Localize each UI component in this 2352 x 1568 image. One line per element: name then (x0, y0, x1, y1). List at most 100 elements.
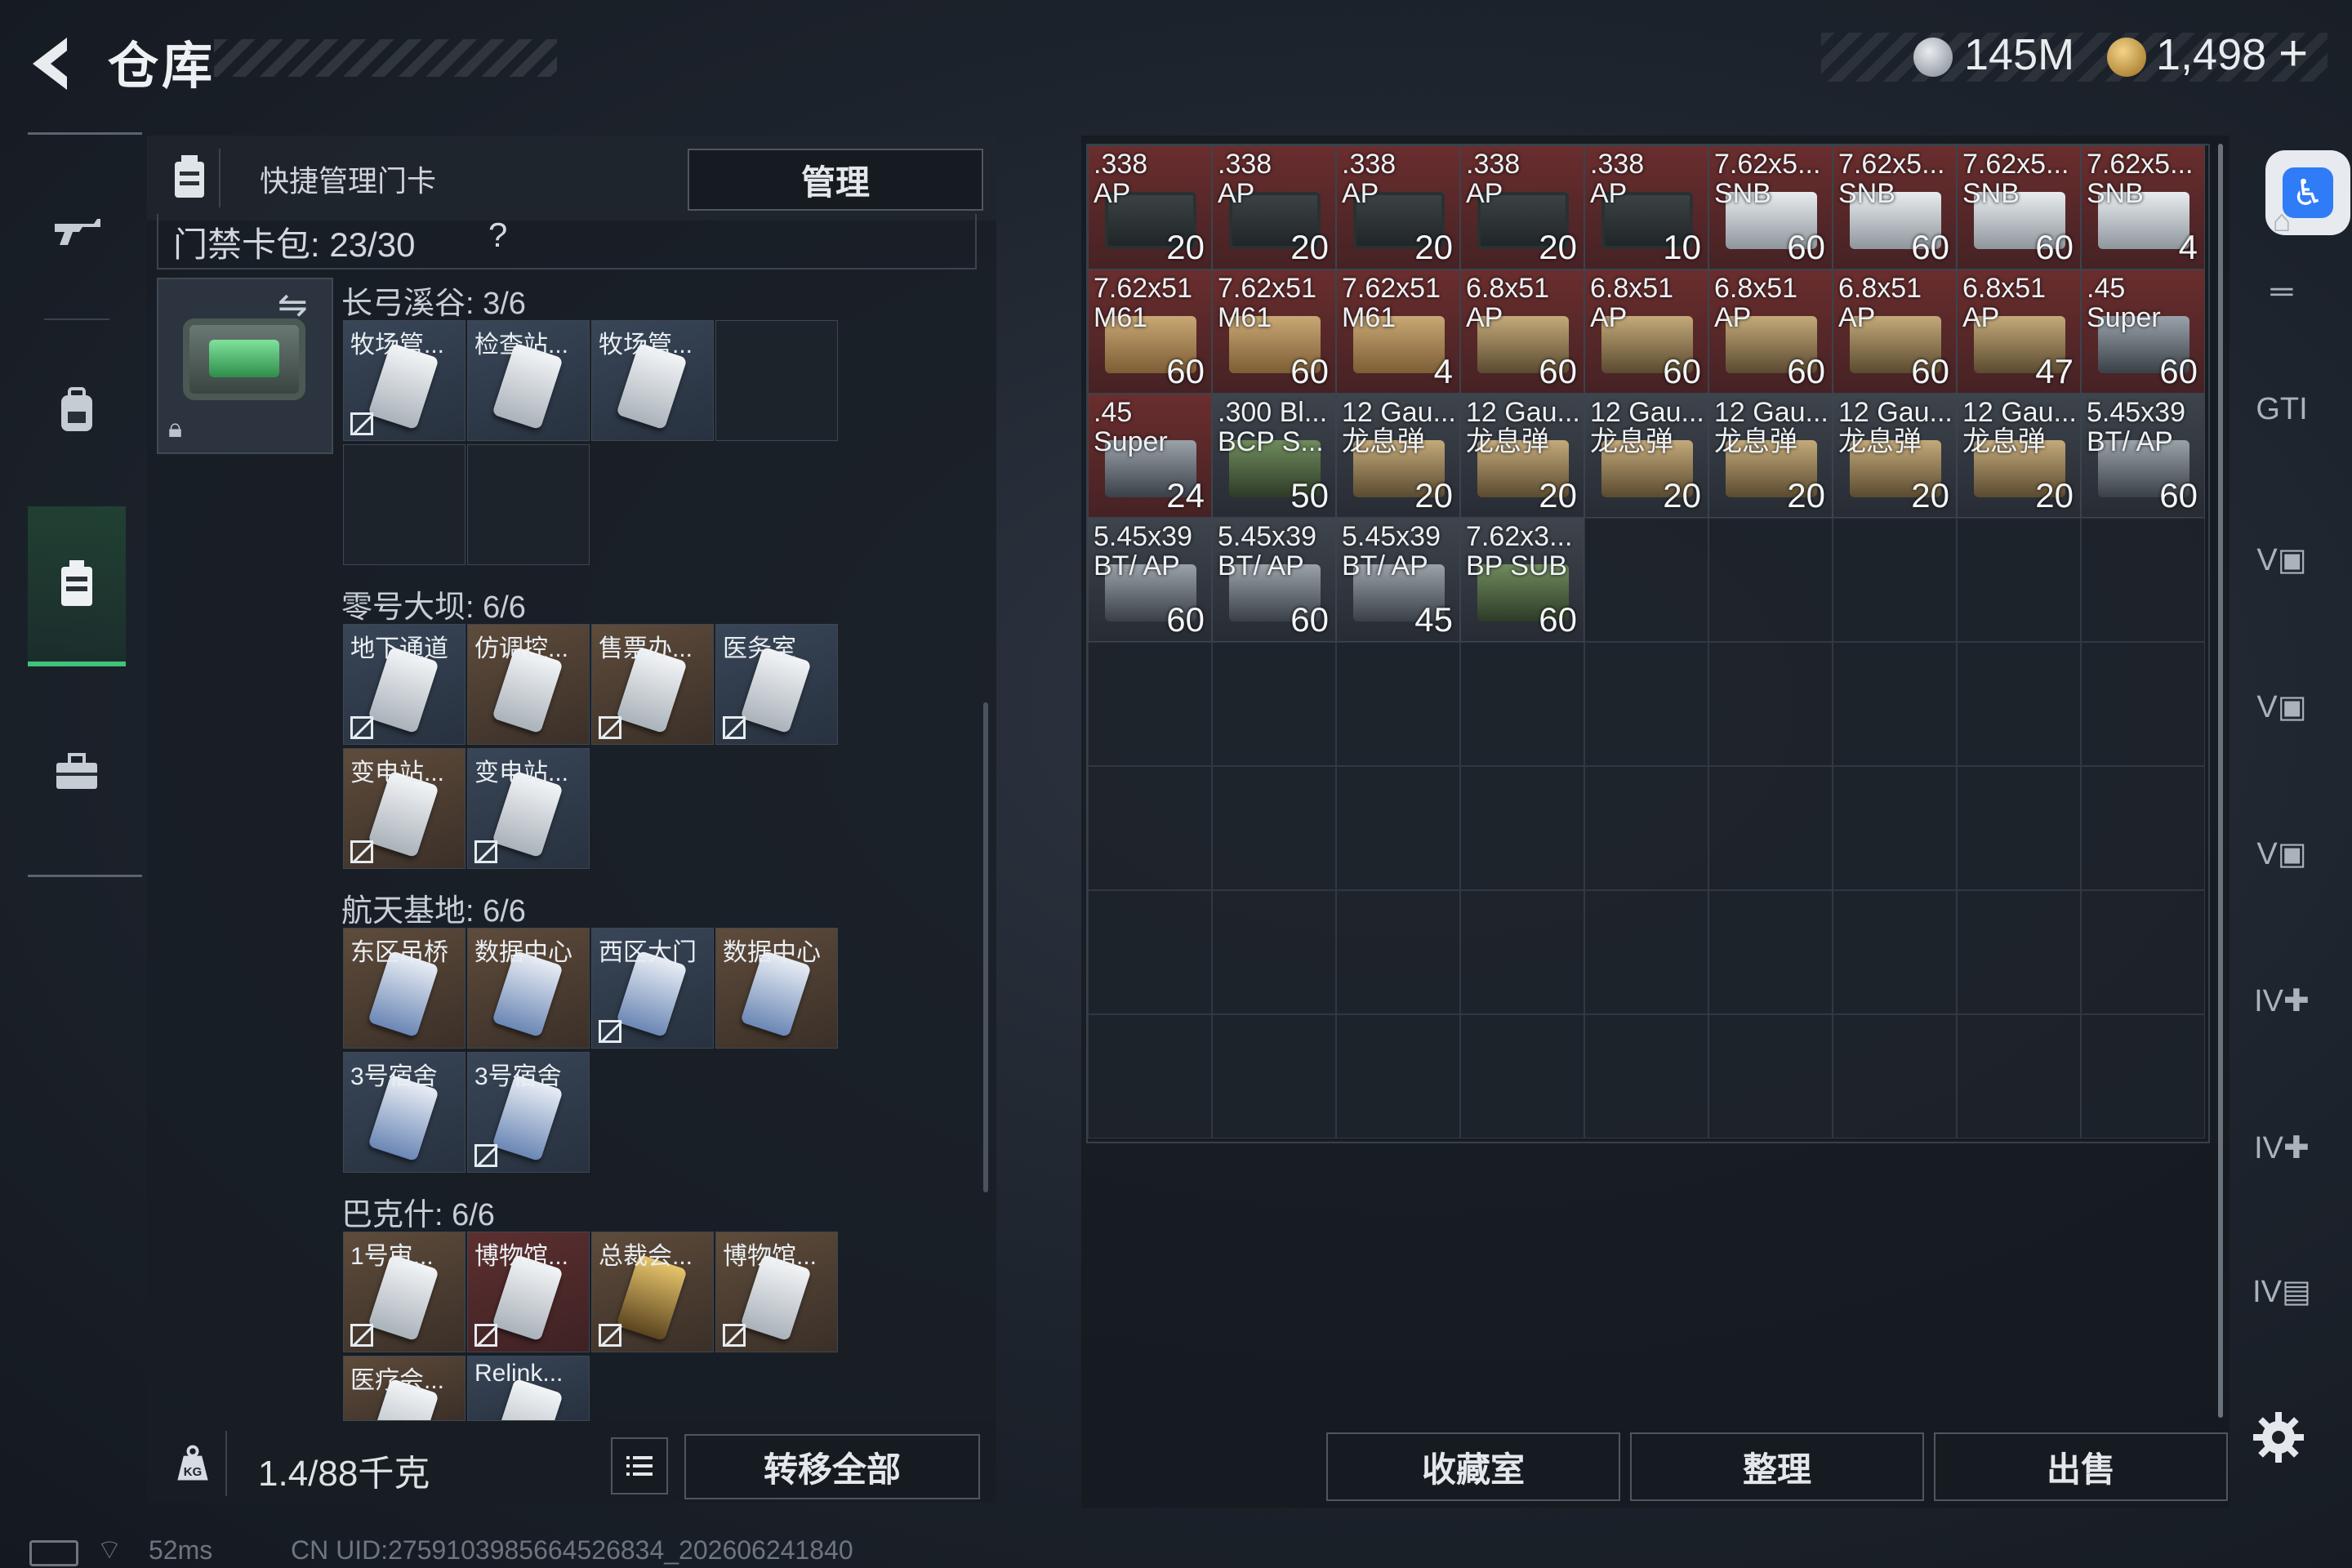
v-safe-icon[interactable]: V▣ (2241, 670, 2323, 743)
ammo-item[interactable]: 7.62x3... BP SUB 60 (1460, 518, 1584, 642)
warehouse-empty-cell[interactable] (1584, 642, 1708, 766)
ammo-item[interactable]: 5.45x39 BT/ AP 60 (2081, 394, 2205, 518)
iv-medkit-icon[interactable]: IV✚ (2241, 964, 2323, 1037)
warehouse-empty-cell[interactable] (2081, 642, 2205, 766)
keycard-slot[interactable]: 牧场管... (343, 320, 466, 441)
warehouse-empty-cell[interactable] (1088, 1014, 1212, 1138)
nav-weapons[interactable] (28, 155, 126, 310)
ammo-item[interactable]: .338 AP 20 (1088, 145, 1212, 270)
rifle-rack-icon[interactable]: ═ (2241, 255, 2323, 328)
warehouse-empty-cell[interactable] (2081, 890, 2205, 1014)
ammo-item[interactable]: 5.45x39 BT/ AP 60 (1212, 518, 1336, 642)
keycard-slot[interactable]: 检查站... (467, 320, 590, 441)
ammo-item[interactable]: 6.8x51 AP 60 (1708, 270, 1833, 394)
ammo-item[interactable]: 7.62x5... SNB 4 (2081, 145, 2205, 270)
keycard-slot[interactable]: 东区吊桥 (343, 928, 466, 1049)
ammo-item[interactable]: 12 Gau... 龙息弹 20 (1460, 394, 1584, 518)
keycard-slot[interactable]: 牧场管... (591, 320, 714, 441)
ammo-item[interactable]: .338 AP 20 (1212, 145, 1336, 270)
keycard-slot[interactable]: 地下通道 (343, 624, 466, 745)
keycard-slot[interactable] (715, 320, 838, 441)
keycard-slot[interactable]: 西区大门 (591, 928, 714, 1049)
keycard-slot[interactable]: 医疗会... (343, 1356, 466, 1421)
keycard-slot[interactable]: 仿调控... (467, 624, 590, 745)
keycard-slot[interactable]: 售票办... (591, 624, 714, 745)
help-button[interactable]: ? (488, 216, 507, 255)
warehouse-empty-cell[interactable] (1584, 766, 1708, 890)
keycard-slot[interactable]: 变电站... (467, 748, 590, 869)
nav-toolbox[interactable] (28, 694, 126, 849)
keycard-slot[interactable] (343, 444, 466, 565)
warehouse-empty-cell[interactable] (2081, 518, 2205, 642)
ammo-item[interactable]: 5.45x39 BT/ AP 45 (1336, 518, 1460, 642)
back-button[interactable] (24, 31, 90, 96)
ammo-item[interactable]: 12 Gau... 龙息弹 20 (1336, 394, 1460, 518)
ammo-item[interactable]: 12 Gau... 龙息弹 20 (1708, 394, 1833, 518)
warehouse-empty-cell[interactable] (2081, 1014, 2205, 1138)
iv-folder-icon[interactable]: IV▤ (2241, 1254, 2323, 1328)
warehouse-empty-cell[interactable] (1336, 642, 1460, 766)
keycard-slot[interactable] (467, 444, 590, 565)
nav-backpack[interactable] (28, 333, 126, 488)
keycard-slot[interactable]: 数据中心 (715, 928, 838, 1049)
keycard-slot[interactable]: 3号宿舍 (467, 1052, 590, 1173)
keycard-slot[interactable]: 医务室 (715, 624, 838, 745)
iv-medkit-icon[interactable]: IV✚ (2241, 1111, 2323, 1184)
ammo-item[interactable]: 7.62x5... SNB 60 (1957, 145, 2081, 270)
ammo-item[interactable]: 6.8x51 AP 60 (1833, 270, 1957, 394)
ammo-item[interactable]: 6.8x51 AP 60 (1584, 270, 1708, 394)
ammo-item[interactable]: .338 AP 20 (1336, 145, 1460, 270)
swap-icon[interactable]: ⇋ (278, 284, 308, 326)
warehouse-empty-cell[interactable] (1088, 890, 1212, 1014)
collection-room-button[interactable]: 收藏室 (1326, 1432, 1620, 1501)
warehouse-empty-cell[interactable] (1336, 1014, 1460, 1138)
warehouse-empty-cell[interactable] (1088, 642, 1212, 766)
ammo-item[interactable]: 12 Gau... 龙息弹 20 (1584, 394, 1708, 518)
ammo-item[interactable]: 12 Gau... 龙息弹 20 (1957, 394, 2081, 518)
warehouse-scrollbar[interactable] (2218, 144, 2223, 1418)
ammo-item[interactable]: 5.45x39 BT/ AP 60 (1088, 518, 1212, 642)
ammo-item[interactable]: 7.62x5... SNB 60 (1833, 145, 1957, 270)
manage-button[interactable]: 管理 (688, 149, 983, 211)
warehouse-empty-cell[interactable] (1833, 1014, 1957, 1138)
warehouse-empty-cell[interactable] (1460, 890, 1584, 1014)
warehouse-empty-cell[interactable] (1336, 890, 1460, 1014)
warehouse-empty-cell[interactable] (1708, 518, 1833, 642)
warehouse-empty-cell[interactable] (1957, 518, 2081, 642)
ammo-item[interactable]: .338 AP 10 (1584, 145, 1708, 270)
warehouse-empty-cell[interactable] (1957, 642, 2081, 766)
warehouse-empty-cell[interactable] (1212, 766, 1336, 890)
ammo-item[interactable]: .45 Super 60 (2081, 270, 2205, 394)
warehouse-empty-cell[interactable] (1584, 1014, 1708, 1138)
ammo-item[interactable]: .338 AP 20 (1460, 145, 1584, 270)
transfer-all-button[interactable]: 转移全部 (684, 1434, 980, 1499)
ammo-item[interactable]: 12 Gau... 龙息弹 20 (1833, 394, 1957, 518)
warehouse-empty-cell[interactable] (1212, 642, 1336, 766)
warehouse-empty-cell[interactable] (1708, 642, 1833, 766)
keycard-slot[interactable]: 总裁会... (591, 1232, 714, 1352)
warehouse-empty-cell[interactable] (1957, 1014, 2081, 1138)
keycard-slot[interactable]: 变电站... (343, 748, 466, 869)
ammo-item[interactable]: 7.62x51 M61 60 (1212, 270, 1336, 394)
ammo-item[interactable]: .300 Bl... BCP S... 50 (1212, 394, 1336, 518)
ammo-item[interactable]: .45 Super 24 (1088, 394, 1212, 518)
keycard-slot[interactable]: 博物馆... (467, 1232, 590, 1352)
gti-vehicle-icon[interactable]: GTI (2241, 372, 2323, 446)
add-currency-button[interactable]: + (2278, 24, 2308, 82)
warehouse-empty-cell[interactable] (1460, 642, 1584, 766)
ammo-item[interactable]: 7.62x51 M61 60 (1088, 270, 1212, 394)
warehouse-empty-cell[interactable] (1212, 1014, 1336, 1138)
sell-button[interactable]: 出售 (1934, 1432, 2228, 1501)
warehouse-empty-cell[interactable] (1088, 766, 1212, 890)
list-view-button[interactable] (611, 1437, 668, 1494)
warehouse-empty-cell[interactable] (1584, 518, 1708, 642)
warehouse-empty-cell[interactable] (1957, 890, 2081, 1014)
settings-button[interactable] (2246, 1405, 2311, 1470)
v-safe-icon[interactable]: V▣ (2241, 523, 2323, 596)
ammo-item[interactable]: 6.8x51 AP 47 (1957, 270, 2081, 394)
stash-home-icon[interactable]: ⌂ (2241, 185, 2323, 258)
ammo-item[interactable]: 6.8x51 AP 60 (1460, 270, 1584, 394)
warehouse-empty-cell[interactable] (1584, 890, 1708, 1014)
warehouse-empty-cell[interactable] (1708, 1014, 1833, 1138)
ammo-item[interactable]: 7.62x51 M61 4 (1336, 270, 1460, 394)
